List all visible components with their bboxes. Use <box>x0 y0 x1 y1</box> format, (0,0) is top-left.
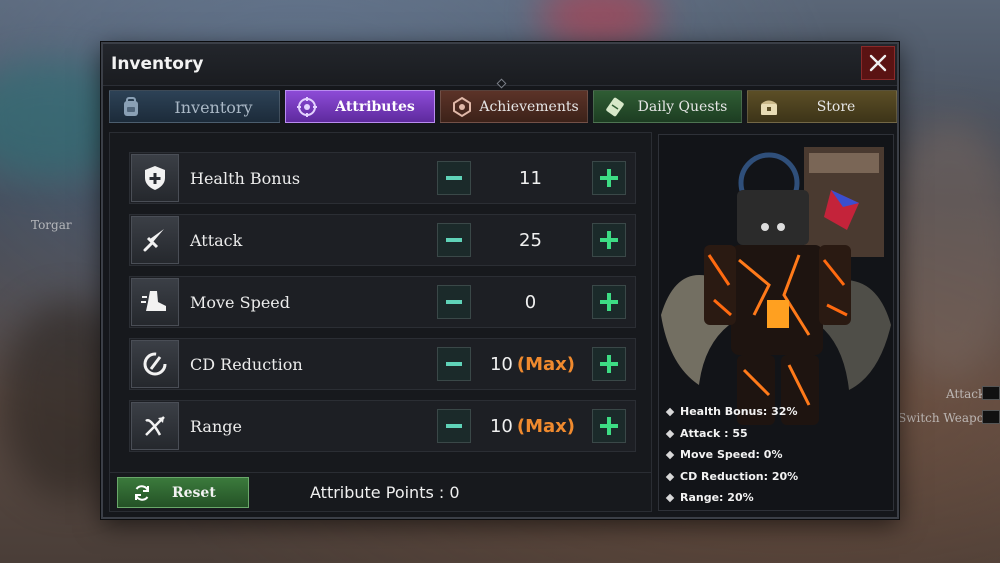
attribute-name: Attack <box>190 231 243 250</box>
cooldown-icon <box>143 352 167 376</box>
refresh-icon <box>135 485 149 501</box>
attribute-icon-box <box>131 278 179 326</box>
stat-item: CD Reduction: 20% <box>665 466 798 488</box>
attribute-value-number: 10 <box>489 354 513 375</box>
stat-text: Move Speed: 0% <box>680 448 783 462</box>
stat-item: Health Bonus: 32% <box>665 401 798 423</box>
attribute-row-cd-reduction: CD Reduction 10 (Max) <box>129 338 636 390</box>
minus-icon <box>446 362 462 366</box>
diamond-bullet-icon <box>665 429 675 438</box>
increase-attack-button[interactable] <box>592 223 626 257</box>
character-preview: Health Bonus: 32% Attack : 55 Move Speed… <box>658 134 894 511</box>
attribute-icon-box <box>131 216 179 264</box>
tab-attributes[interactable]: Attributes <box>285 90 435 123</box>
increase-move-speed-button[interactable] <box>592 285 626 319</box>
attribute-row-move-speed: Move Speed 0 <box>129 276 636 328</box>
stat-item: Range: 20% <box>665 487 798 509</box>
attribute-value: 0 <box>475 292 590 313</box>
attribute-row-range: Range 10 (Max) <box>129 400 636 452</box>
attribute-row-health-bonus: Health Bonus 11 <box>129 152 636 204</box>
decrease-health-bonus-button[interactable] <box>437 161 471 195</box>
tab-achievements-label: Achievements <box>479 99 579 115</box>
minus-icon <box>446 424 462 428</box>
bow-arrow-icon <box>145 416 165 436</box>
minus-icon <box>446 176 462 180</box>
tab-store-label: Store <box>816 99 856 115</box>
tab-achievements[interactable]: Achievements <box>440 90 588 123</box>
reset-label: Reset <box>172 485 216 501</box>
decrease-range-button[interactable] <box>437 409 471 443</box>
diamond-bullet-icon <box>665 407 675 417</box>
hint-switch-label: Switch Weapon <box>898 411 992 425</box>
attribute-value: 10 (Max) <box>475 416 590 437</box>
hint-attack-label: Attack <box>946 387 986 401</box>
decrease-attack-button[interactable] <box>437 223 471 257</box>
stat-item: Move Speed: 0% <box>665 444 798 466</box>
attribute-name: Move Speed <box>190 293 290 312</box>
close-icon <box>869 54 887 72</box>
minus-icon <box>446 238 462 242</box>
boot-icon <box>141 291 166 311</box>
backpack-icon <box>124 97 138 116</box>
tab-attributes-label: Attributes <box>335 99 415 115</box>
attribute-icon-box <box>131 154 179 202</box>
attribute-value-number: 11 <box>519 168 542 189</box>
shield-icon <box>145 166 165 190</box>
diamond-bullet-icon <box>665 450 675 460</box>
tab-daily-quests[interactable]: Daily Quests <box>593 90 742 123</box>
hint-switch-key <box>982 410 1000 424</box>
scroll-icon <box>606 97 624 117</box>
attribute-value-number: 25 <box>519 230 542 251</box>
attribute-icon-box <box>131 340 179 388</box>
tab-bar: Inventory Attributes Achievements Daily … <box>109 90 897 123</box>
close-button[interactable] <box>861 46 895 80</box>
attribute-name: Health Bonus <box>190 169 301 188</box>
plus-icon <box>600 293 618 311</box>
increase-range-button[interactable] <box>592 409 626 443</box>
hint-attack-key <box>982 386 1000 400</box>
increase-cd-reduction-button[interactable] <box>592 347 626 381</box>
attributes-list: Health Bonus 11 Attack 25 Move Speed 0 C… <box>109 132 652 512</box>
stat-text: Health Bonus: 32% <box>680 405 798 419</box>
attribute-value-number: 0 <box>524 292 537 313</box>
max-label: (Max) <box>516 354 576 375</box>
badge-icon <box>453 96 471 118</box>
plus-icon <box>600 169 618 187</box>
stat-text: Attack : 55 <box>680 426 748 440</box>
tab-inventory[interactable]: Inventory <box>109 90 280 123</box>
plus-icon <box>600 417 618 435</box>
attribute-value: 25 <box>475 230 590 251</box>
tab-daily-quests-label: Daily Quests <box>637 99 728 115</box>
diamond-bullet-icon <box>665 493 675 503</box>
max-label: (Max) <box>516 416 576 437</box>
decrease-move-speed-button[interactable] <box>437 285 471 319</box>
increase-health-bonus-button[interactable] <box>592 161 626 195</box>
diamond-bullet-icon <box>665 472 675 481</box>
attribute-value: 11 <box>475 168 590 189</box>
stat-text: CD Reduction: 20% <box>680 469 799 483</box>
reset-button[interactable]: Reset <box>117 477 249 508</box>
attribute-icon-box <box>131 402 179 450</box>
inventory-window: Inventory Inventory Attributes Achieveme… <box>101 42 899 519</box>
tab-inventory-label: Inventory <box>174 98 253 117</box>
attribute-value-number: 10 <box>489 416 513 437</box>
window-title: Inventory <box>111 54 204 74</box>
stats-summary: Health Bonus: 32% Attack : 55 Move Speed… <box>665 401 798 509</box>
attributes-icon <box>297 97 317 117</box>
decrease-cd-reduction-button[interactable] <box>437 347 471 381</box>
attribute-value: 10 (Max) <box>475 354 590 375</box>
sword-icon <box>143 229 164 252</box>
tab-store[interactable]: Store <box>747 90 897 123</box>
minus-icon <box>446 300 462 304</box>
stat-text: Range: 20% <box>680 491 754 505</box>
npc-name-label: Torgar <box>31 218 72 232</box>
attribute-name: Range <box>190 417 242 436</box>
plus-icon <box>600 355 618 373</box>
attributes-footer: Reset Attribute Points : 0 <box>110 472 651 512</box>
attribute-name: CD Reduction <box>190 355 303 374</box>
attribute-points-label: Attribute Points : 0 <box>310 483 460 502</box>
attribute-row-attack: Attack 25 <box>129 214 636 266</box>
plus-icon <box>600 231 618 249</box>
stat-item: Attack : 55 <box>665 423 798 445</box>
